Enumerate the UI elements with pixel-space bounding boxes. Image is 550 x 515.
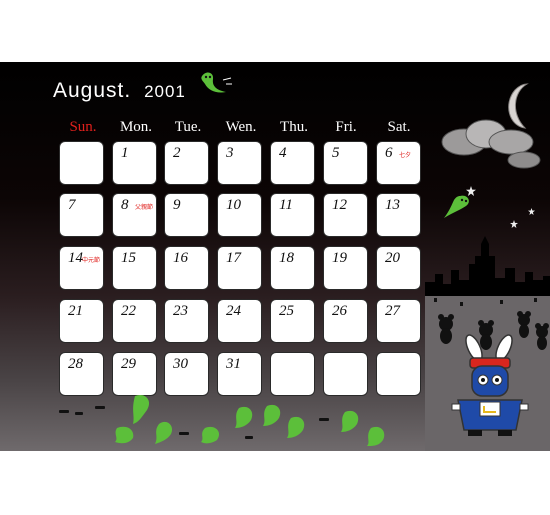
day-cell: 3 bbox=[217, 141, 262, 185]
day-number: 23 bbox=[173, 303, 188, 319]
holiday-note: 中元節 bbox=[82, 258, 101, 264]
day-number: 12 bbox=[332, 197, 347, 213]
holiday-note: 七夕 bbox=[399, 153, 412, 159]
day-number: 2 bbox=[173, 145, 181, 161]
day-number: 14 bbox=[68, 250, 83, 266]
weekday-fri: Fri. bbox=[335, 119, 357, 135]
weekday-mon: Mon. bbox=[119, 119, 153, 135]
day-cell: 18 bbox=[270, 246, 315, 290]
day-number: 10 bbox=[226, 197, 241, 213]
star-icon bbox=[510, 220, 518, 228]
day-cell: 8 父親節 bbox=[112, 193, 157, 237]
day-number: 25 bbox=[279, 303, 294, 319]
weekday-tue: Tue. bbox=[174, 119, 202, 135]
day-number: 8 bbox=[121, 197, 129, 213]
day-number: 13 bbox=[385, 197, 400, 213]
day-number: 17 bbox=[226, 250, 241, 266]
day-cell: 1 bbox=[112, 141, 157, 185]
day-cell: 4 bbox=[270, 141, 315, 185]
day-number: 3 bbox=[226, 145, 234, 161]
star-icon bbox=[528, 208, 535, 215]
cloud-icon bbox=[441, 119, 541, 169]
holiday-note: 父親節 bbox=[135, 205, 154, 211]
day-cell: 24 bbox=[217, 299, 262, 343]
day-number: 5 bbox=[332, 145, 340, 161]
day-cell: 23 bbox=[164, 299, 209, 343]
day-cell: 10 bbox=[217, 193, 262, 237]
day-cell: 27 bbox=[376, 299, 421, 343]
day-cell: 15 bbox=[112, 246, 157, 290]
day-number: 30 bbox=[173, 356, 188, 372]
day-cell: 2 bbox=[164, 141, 209, 185]
day-cell: 21 bbox=[59, 299, 104, 343]
calendar-title: August. 2001 bbox=[53, 79, 186, 103]
bunny-jiangshi-mascot bbox=[451, 334, 529, 436]
ghost-icon bbox=[444, 195, 469, 218]
month-label: August. bbox=[53, 79, 132, 102]
day-cell: 20 bbox=[376, 246, 421, 290]
weekday-sun: Sun. bbox=[69, 119, 97, 135]
day-number: 9 bbox=[173, 197, 181, 213]
day-number: 27 bbox=[385, 303, 400, 319]
day-cell: 16 bbox=[164, 246, 209, 290]
day-number: 7 bbox=[68, 197, 76, 213]
day-cell: 7 bbox=[59, 193, 104, 237]
day-cell: 19 bbox=[323, 246, 368, 290]
day-number: 11 bbox=[279, 197, 293, 213]
day-number: 24 bbox=[226, 303, 241, 319]
day-number: 20 bbox=[385, 250, 400, 266]
day-number: 16 bbox=[173, 250, 188, 266]
day-cell: 11 bbox=[270, 193, 315, 237]
city-skyline bbox=[425, 236, 550, 296]
ghost-icon bbox=[201, 72, 232, 93]
day-cell: 6 七夕 bbox=[376, 141, 421, 185]
weekday-wed: Wen. bbox=[225, 119, 257, 135]
day-cell: 5 bbox=[323, 141, 368, 185]
weekday-sat: Sat. bbox=[387, 119, 411, 135]
day-number: 19 bbox=[332, 250, 347, 266]
day-cell: 12 bbox=[323, 193, 368, 237]
day-number: 22 bbox=[121, 303, 136, 319]
day-number: 28 bbox=[68, 356, 83, 372]
day-cell: 26 bbox=[323, 299, 368, 343]
day-cell: 14 中元節 bbox=[59, 246, 104, 290]
day-cell: 25 bbox=[270, 299, 315, 343]
day-number: 31 bbox=[226, 356, 241, 372]
year-label: 2001 bbox=[144, 82, 186, 101]
day-cell: 22 bbox=[112, 299, 157, 343]
day-cell: 13 bbox=[376, 193, 421, 237]
day-number: 18 bbox=[279, 250, 294, 266]
day-cell bbox=[59, 141, 104, 185]
day-number: 29 bbox=[121, 356, 136, 372]
day-number: 26 bbox=[332, 303, 347, 319]
calendar-poster: August. 2001 Sun. Mon. Tue. Wen. Thu. Fr… bbox=[0, 62, 550, 451]
day-number: 4 bbox=[279, 145, 287, 161]
day-cell: 17 bbox=[217, 246, 262, 290]
day-cell: 9 bbox=[164, 193, 209, 237]
day-number: 21 bbox=[68, 303, 83, 319]
weekday-thu: Thu. bbox=[280, 119, 308, 135]
day-number: 1 bbox=[121, 145, 129, 161]
ghost-crowd bbox=[59, 394, 385, 446]
day-number: 15 bbox=[121, 250, 136, 266]
day-number: 6 bbox=[385, 145, 393, 161]
